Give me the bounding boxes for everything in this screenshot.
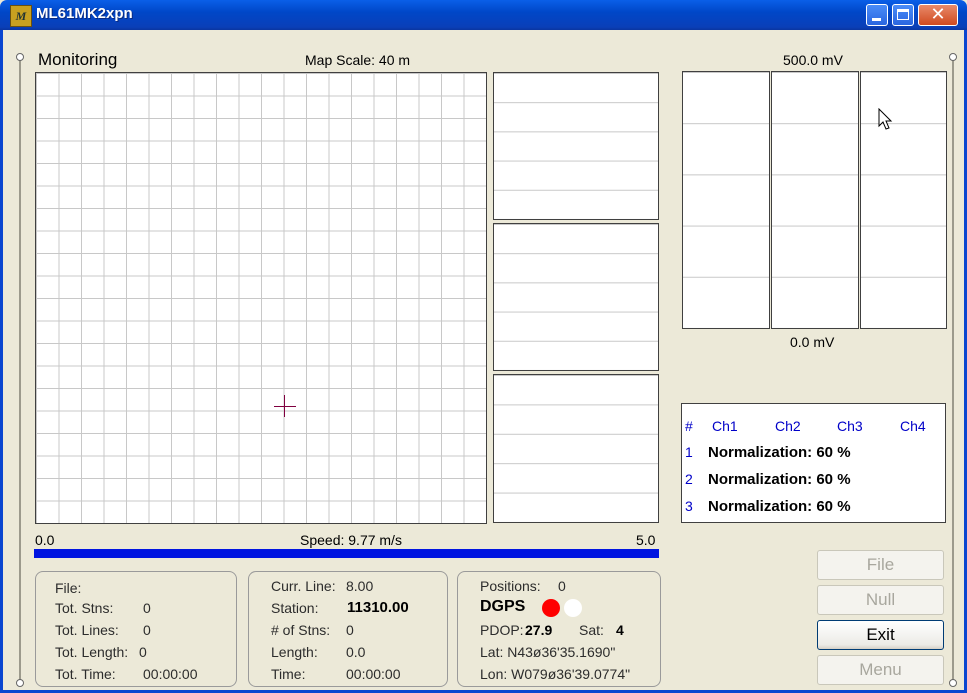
length-value: 0.0: [346, 644, 366, 660]
dgps-label: DGPS: [480, 598, 526, 615]
speed-label: Speed: 9.77 m/s: [300, 532, 402, 548]
maximize-icon: [897, 9, 909, 20]
mv-channel-panel-1: [682, 71, 770, 329]
map-scale-label: Map Scale: 40 m: [305, 52, 411, 68]
positions-value: 0: [558, 578, 566, 594]
channel-row-text: Normalization: 60 %: [708, 498, 851, 515]
channel-header-ch1: Ch1: [712, 418, 738, 434]
station-value: 11310.00: [347, 599, 409, 616]
speed-max-label: 5.0: [636, 532, 656, 548]
splitter-grip-bottom-left[interactable]: [16, 679, 24, 687]
profile-panel-1: [493, 72, 659, 220]
file-button[interactable]: File: [817, 550, 944, 580]
minimize-button[interactable]: [866, 4, 888, 26]
splitter-grip-top-right[interactable]: [949, 53, 957, 61]
longitude-text: Lon: W079ø36'39.0774": [480, 666, 631, 682]
profile-panel-3: [493, 374, 659, 523]
position-crosshair-h: [274, 406, 296, 407]
pdop-label: PDOP:: [480, 622, 524, 638]
time-value: 00:00:00: [346, 666, 401, 682]
close-icon: ✕: [930, 4, 946, 25]
num-stns-label: # of Stns:: [271, 622, 331, 638]
num-stns-value: 0: [346, 622, 354, 638]
latitude-text: Lat: N43ø36'35.1690": [480, 644, 616, 660]
window-title: ML61MK2xpn: [36, 5, 133, 22]
channel-row-num: 3: [685, 498, 693, 514]
mouse-cursor-icon: [878, 108, 893, 130]
file-summary-box: File: Tot. Stns: 0 Tot. Lines: 0 Tot. Le…: [35, 571, 237, 687]
mv-bottom-label: 0.0 mV: [790, 334, 835, 350]
time-label: Time:: [271, 666, 306, 682]
gps-summary-box: Positions: 0 DGPS PDOP: 27.9 Sat: 4 Lat:…: [457, 571, 661, 687]
channel-row-text: Normalization: 60 %: [708, 444, 851, 461]
station-label: Station:: [271, 600, 319, 616]
tot-lines-value: 0: [143, 622, 151, 638]
pdop-value: 27.9: [525, 622, 553, 638]
speed-min-label: 0.0: [35, 532, 55, 548]
channel-table: # Ch1 Ch2 Ch3 Ch4 1 Normalization: 60 % …: [681, 403, 946, 523]
channel-header-ch4: Ch4: [900, 418, 926, 434]
curr-line-value: 8.00: [346, 578, 374, 594]
length-label: Length:: [271, 644, 318, 660]
close-button[interactable]: ✕: [918, 4, 958, 26]
tot-lines-label: Tot. Lines:: [55, 622, 119, 638]
sat-label: Sat:: [579, 622, 604, 638]
minimize-icon: [872, 18, 881, 21]
tot-length-label: Tot. Length:: [55, 644, 129, 660]
position-crosshair-v: [284, 395, 285, 417]
channel-header-ch3: Ch3: [837, 418, 863, 434]
channel-header-num: #: [685, 418, 693, 434]
tot-time-label: Tot. Time:: [55, 666, 116, 682]
curr-line-label: Curr. Line:: [271, 578, 336, 594]
channel-row-num: 2: [685, 471, 693, 487]
file-label: File:: [55, 580, 82, 596]
line-summary-box: Curr. Line: 8.00 Station: 11310.00 # of …: [248, 571, 448, 687]
app-icon[interactable]: M: [10, 5, 32, 27]
dgps-status-indicator-red: [542, 599, 560, 617]
title-bar[interactable]: [0, 0, 967, 30]
map-view[interactable]: [35, 72, 487, 524]
menu-button[interactable]: Menu: [817, 655, 944, 685]
profile-panel-2: [493, 223, 659, 371]
mv-channel-panel-2: [771, 71, 859, 329]
sat-value: 4: [616, 622, 624, 638]
tot-stns-label: Tot. Stns:: [55, 600, 114, 616]
dgps-status-indicator-white: [564, 599, 582, 617]
splitter-grip-top-left[interactable]: [16, 53, 24, 61]
null-button[interactable]: Null: [817, 585, 944, 615]
mv-top-label: 500.0 mV: [783, 52, 843, 68]
channel-header-ch2: Ch2: [775, 418, 801, 434]
positions-label: Positions:: [480, 578, 541, 594]
tot-time-value: 00:00:00: [143, 666, 198, 682]
speed-bar: [34, 549, 659, 558]
tot-length-value: 0: [139, 644, 147, 660]
left-splitter[interactable]: [19, 60, 21, 680]
monitoring-heading: Monitoring: [38, 50, 118, 69]
splitter-grip-bottom-right[interactable]: [949, 679, 957, 687]
channel-row-text: Normalization: 60 %: [708, 471, 851, 488]
right-splitter[interactable]: [952, 60, 954, 680]
exit-button[interactable]: Exit: [817, 620, 944, 650]
channel-row-num: 1: [685, 444, 693, 460]
maximize-button[interactable]: [892, 4, 914, 26]
mv-channel-panel-3: [860, 71, 947, 329]
tot-stns-value: 0: [143, 600, 151, 616]
